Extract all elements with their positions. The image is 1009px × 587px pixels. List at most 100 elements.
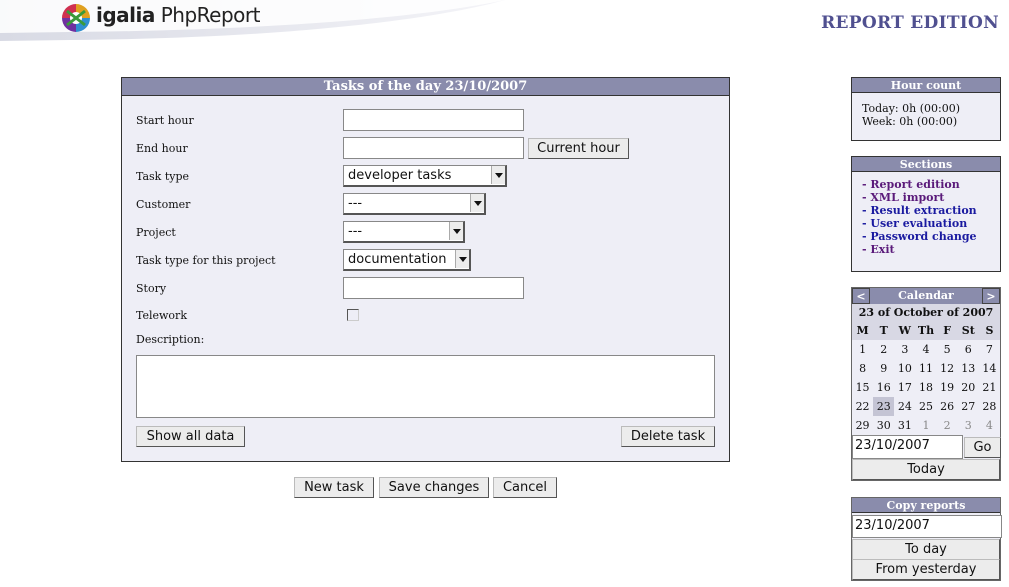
calendar-day[interactable]: 22 — [852, 397, 873, 416]
calendar-title: Calendar — [898, 289, 954, 302]
igalia-logo-icon — [62, 4, 90, 32]
logo-product: PhpReport — [160, 3, 261, 27]
calendar-day[interactable]: 1 — [915, 416, 936, 435]
start-hour-label: Start hour — [136, 114, 194, 127]
logo-brand: igalia — [96, 3, 155, 27]
copy-reports-panel: Copy reports 23/10/2007 To day From yest… — [851, 497, 1002, 581]
calendar-weekday: S — [978, 321, 1000, 340]
calendar-day[interactable]: 4 — [915, 340, 936, 359]
section-link-0[interactable]: - Report edition — [862, 178, 990, 191]
description-label: Description: — [136, 333, 205, 346]
section-link-3[interactable]: - User evaluation — [862, 217, 990, 230]
calendar-weekday: F — [936, 321, 958, 340]
calendar-day[interactable]: 15 — [852, 378, 873, 397]
calendar-date-input[interactable]: 23/10/2007 — [852, 435, 963, 459]
sections-title: Sections — [852, 157, 1000, 172]
story-input[interactable] — [343, 277, 524, 299]
calendar-panel: < Calendar > 23 of October of 2007 M T W Th… — [851, 287, 1001, 481]
new-task-button[interactable]: New task — [294, 477, 374, 498]
start-hour-input[interactable] — [343, 109, 524, 131]
task-form-title: Tasks of the day 23/10/2007 — [122, 78, 729, 96]
end-hour-input[interactable] — [343, 137, 524, 159]
calendar-grid: M T W Th F St S 1 2 3 4 5 6 7 8 9 10 11 12 13 14 15 16 17 18 19 20… — [852, 321, 1000, 435]
telework-label: Telework — [136, 309, 187, 322]
calendar-day[interactable]: 7 — [979, 340, 1000, 359]
task-type-project-value: documentation — [348, 252, 447, 267]
calendar-next-button[interactable]: > — [982, 288, 1000, 304]
description-textarea[interactable] — [136, 355, 715, 418]
customer-label: Customer — [136, 198, 191, 211]
calendar-day[interactable]: 16 — [873, 378, 894, 397]
hour-count-title: Hour count — [852, 78, 1000, 93]
calendar-weekday: Th — [915, 321, 937, 340]
calendar-day[interactable]: 1 — [852, 340, 873, 359]
telework-checkbox[interactable] — [347, 309, 359, 321]
section-link-5[interactable]: - Exit — [862, 243, 990, 256]
calendar-weekday: St — [957, 321, 979, 340]
task-type-label: Task type — [136, 170, 190, 183]
project-label: Project — [136, 226, 176, 239]
calendar-day[interactable]: 5 — [937, 340, 958, 359]
customer-value: --- — [348, 196, 363, 211]
calendar-weekday: M — [852, 321, 874, 340]
task-type-project-select[interactable]: documentation — [343, 249, 471, 271]
section-link-1[interactable]: - XML import — [862, 191, 990, 204]
task-form-panel: Tasks of the day 23/10/2007 Start hour E… — [121, 77, 730, 462]
calendar-day[interactable]: 21 — [979, 378, 1000, 397]
customer-select[interactable]: --- — [343, 193, 486, 215]
hour-count-panel: Hour count Today: 0h (00:00) Week: 0h (0… — [851, 77, 1001, 141]
copy-reports-title: Copy reports — [852, 498, 1000, 513]
sections-list: - Report edition - XML import - Result ext… — [852, 172, 1000, 262]
calendar-day[interactable]: 6 — [958, 340, 979, 359]
calendar-day[interactable]: 11 — [915, 359, 936, 378]
calendar-go-button[interactable]: Go — [964, 437, 1001, 458]
section-link-4[interactable]: - Password change — [862, 230, 990, 243]
calendar-day[interactable]: 23 — [873, 397, 895, 416]
calendar-day[interactable]: 8 — [852, 359, 873, 378]
from-yesterday-button[interactable]: From yesterday — [852, 559, 1000, 580]
copy-reports-date-input[interactable]: 23/10/2007 — [852, 515, 1002, 538]
calendar-day[interactable]: 28 — [979, 397, 1000, 416]
calendar-day[interactable]: 14 — [979, 359, 1000, 378]
save-changes-button[interactable]: Save changes — [379, 477, 489, 498]
app-logo-text: igalia PhpReport — [96, 3, 260, 27]
calendar-day[interactable]: 4 — [979, 416, 1000, 435]
task-type-project-label: Task type for this project — [136, 254, 276, 267]
project-select[interactable]: --- — [343, 221, 465, 243]
calendar-day[interactable]: 3 — [894, 340, 915, 359]
calendar-day[interactable]: 17 — [894, 378, 915, 397]
page-heading: REPORT EDITION — [821, 13, 999, 33]
calendar-day[interactable]: 2 — [937, 416, 958, 435]
cancel-button[interactable]: Cancel — [493, 477, 557, 498]
calendar-weekday: W — [894, 321, 916, 340]
calendar-day[interactable]: 26 — [937, 397, 958, 416]
calendar-day[interactable]: 3 — [958, 416, 979, 435]
chevron-down-icon — [449, 222, 463, 240]
calendar-day[interactable]: 29 — [852, 416, 873, 435]
calendar-day[interactable]: 10 — [894, 359, 915, 378]
calendar-day[interactable]: 24 — [894, 397, 915, 416]
to-day-button[interactable]: To day — [852, 539, 1000, 560]
delete-task-button[interactable]: Delete task — [621, 426, 715, 447]
calendar-day[interactable]: 31 — [894, 416, 915, 435]
calendar-day[interactable]: 2 — [873, 340, 894, 359]
sections-panel: Sections - Report edition - XML import - R… — [851, 156, 1001, 272]
task-type-value: developer tasks — [348, 168, 452, 183]
calendar-day[interactable]: 25 — [915, 397, 936, 416]
calendar-day[interactable]: 30 — [873, 416, 894, 435]
calendar-day[interactable]: 18 — [915, 378, 936, 397]
calendar-day[interactable]: 13 — [958, 359, 979, 378]
section-link-2[interactable]: - Result extraction — [862, 204, 990, 217]
task-type-select[interactable]: developer tasks — [343, 165, 507, 187]
hour-count-today: Today: 0h (00:00) — [862, 102, 960, 115]
calendar-weekday: T — [873, 321, 895, 340]
calendar-day[interactable]: 20 — [958, 378, 979, 397]
show-all-data-button[interactable]: Show all data — [136, 426, 245, 447]
calendar-day[interactable]: 9 — [873, 359, 894, 378]
calendar-day[interactable]: 19 — [937, 378, 958, 397]
calendar-day[interactable]: 12 — [937, 359, 958, 378]
calendar-prev-button[interactable]: < — [852, 288, 870, 304]
calendar-day[interactable]: 27 — [958, 397, 979, 416]
calendar-today-button[interactable]: Today — [852, 459, 1000, 480]
current-hour-button[interactable]: Current hour — [528, 138, 629, 159]
